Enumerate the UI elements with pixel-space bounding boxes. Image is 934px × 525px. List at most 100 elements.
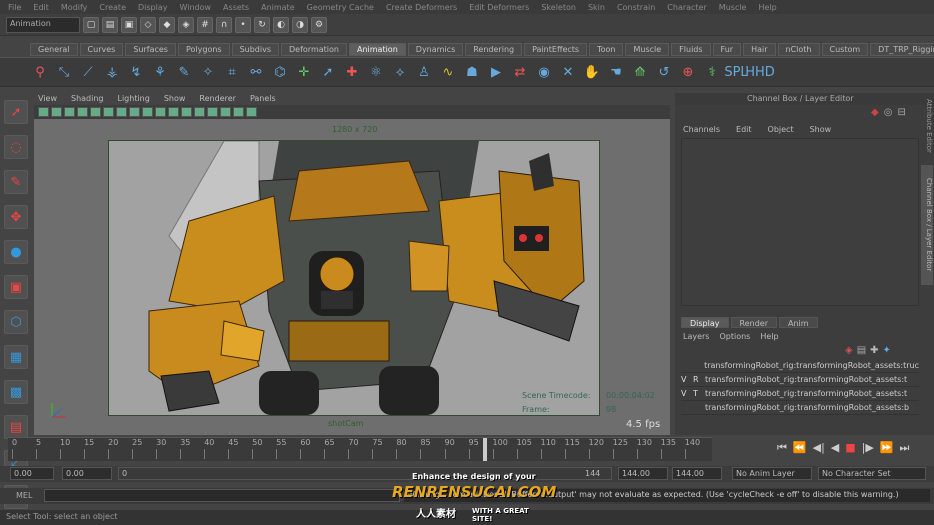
wrap-icon[interactable]: ⌬ xyxy=(270,61,290,83)
spine-rig-icon[interactable]: ⚕ xyxy=(702,61,722,83)
parent-constraint-icon[interactable]: ⚛ xyxy=(366,61,386,83)
paint-select-icon[interactable]: ✎ xyxy=(4,170,28,194)
step-back-frame-icon[interactable]: ◀| xyxy=(813,441,825,455)
shelf-tab-painteffects[interactable]: PaintEffects xyxy=(524,42,588,56)
layout-four-icon[interactable]: ▩ xyxy=(4,380,28,404)
move-tool-icon[interactable]: ✥ xyxy=(4,205,28,229)
shelf-tab-animation[interactable]: Animation xyxy=(348,42,406,56)
layout-single-icon[interactable]: ▦ xyxy=(4,345,28,369)
channel-list[interactable] xyxy=(681,138,919,306)
stop-icon[interactable]: ■ xyxy=(845,441,855,455)
pole-vector-icon[interactable]: ⟡ xyxy=(390,61,410,83)
save-scene-icon[interactable]: ▣ xyxy=(121,16,137,33)
layer-tab-display[interactable]: Display xyxy=(681,317,729,328)
shelf-tab-fur[interactable]: Fur xyxy=(712,42,742,56)
go-to-end-icon[interactable]: ⏭ xyxy=(900,441,910,455)
cb-menu-object[interactable]: Object xyxy=(768,125,794,134)
new-layer-icon[interactable]: ◈ xyxy=(845,345,853,356)
skeleton-icon[interactable]: ⚶ xyxy=(102,61,122,83)
layer-menu-layers[interactable]: Layers xyxy=(683,332,709,341)
shelf-tab-fluids[interactable]: Fluids xyxy=(671,42,711,56)
fk-ik-switch-icon[interactable]: ⟰ xyxy=(630,61,650,83)
menu-muscle[interactable]: Muscle xyxy=(719,3,747,12)
menu-create-deformers[interactable]: Create Deformers xyxy=(386,3,457,12)
spl-icon[interactable]: SPL xyxy=(724,61,747,83)
grid-toggle-icon[interactable] xyxy=(90,107,101,117)
history-icon[interactable]: ↻ xyxy=(254,16,270,33)
animation-end-field[interactable]: 144.00 xyxy=(672,467,722,480)
hhd-icon[interactable]: HHD xyxy=(745,61,775,83)
pivot-icon[interactable]: ⊕ xyxy=(678,61,698,83)
shelf-tab-surfaces[interactable]: Surfaces xyxy=(125,42,176,56)
new-scene-icon[interactable]: ▢ xyxy=(83,16,99,33)
shelf-tab-general[interactable]: General xyxy=(30,42,78,56)
layer-visibility[interactable]: V xyxy=(681,375,689,384)
playback-end-field[interactable]: 144.00 xyxy=(618,467,668,480)
layer-tab-render[interactable]: Render xyxy=(730,317,777,328)
select-component-icon[interactable]: ◈ xyxy=(178,16,194,33)
menu-assets[interactable]: Assets xyxy=(223,3,249,12)
menu-constrain[interactable]: Constrain xyxy=(617,3,655,12)
shelf-tab-rendering[interactable]: Rendering xyxy=(465,42,523,56)
shelf-tab-muscle[interactable]: Muscle xyxy=(625,42,670,56)
cb-menu-show[interactable]: Show xyxy=(810,125,832,134)
gate-mask-icon[interactable] xyxy=(129,107,140,117)
shelf-tab-custom[interactable]: Custom xyxy=(821,42,869,56)
snap-point-icon[interactable]: • xyxy=(235,16,251,33)
bookmark-icon[interactable] xyxy=(64,107,75,117)
character-set-icon[interactable]: ♙ xyxy=(414,61,434,83)
render-icon[interactable]: ◐ xyxy=(273,16,289,33)
scale-tool-icon[interactable]: ▣ xyxy=(4,275,28,299)
ik-spline-icon[interactable]: ↯ xyxy=(126,61,146,83)
menu-skin[interactable]: Skin xyxy=(588,3,605,12)
outliner-layout-icon[interactable]: ▤ xyxy=(4,415,28,439)
select-object-icon[interactable]: ◆ xyxy=(159,16,175,33)
menu-modify[interactable]: Modify xyxy=(61,3,88,12)
ipr-render-icon[interactable]: ◑ xyxy=(292,16,308,33)
camera-attr-icon[interactable] xyxy=(51,107,62,117)
step-forward-key-icon[interactable]: ⏩ xyxy=(880,441,894,455)
select-tool-icon[interactable]: ➚ xyxy=(4,100,28,124)
panel-menu-show[interactable]: Show xyxy=(164,93,186,105)
snap-curve-icon[interactable]: ∩ xyxy=(216,16,232,33)
panel-menu-view[interactable]: View xyxy=(38,93,57,105)
open-scene-icon[interactable]: ▤ xyxy=(102,16,118,33)
playback-start-field[interactable]: 0.00 xyxy=(62,467,112,480)
shelf-tab-deformation[interactable]: Deformation xyxy=(281,42,347,56)
layer-menu-options[interactable]: Options xyxy=(719,332,750,341)
channel-box-side-tab[interactable]: Channel Box / Layer Editor xyxy=(921,165,933,285)
shadows-icon[interactable] xyxy=(220,107,231,117)
mel-label[interactable]: MEL xyxy=(16,491,32,500)
cb-menu-edit[interactable]: Edit xyxy=(736,125,752,134)
image-plane-icon[interactable] xyxy=(77,107,88,117)
shelf-tab-dynamics[interactable]: Dynamics xyxy=(407,42,464,56)
motion-path-icon[interactable]: ∿ xyxy=(438,61,458,83)
list-item[interactable]: transformingRobot_rig:transformingRobot_… xyxy=(681,401,919,415)
ghost-icon[interactable]: ☗ xyxy=(462,61,482,83)
field-chart-icon[interactable] xyxy=(142,107,153,117)
cb-menu-channels[interactable]: Channels xyxy=(683,125,720,134)
render-settings-icon[interactable]: ⚙ xyxy=(311,16,327,33)
layer-playback[interactable]: R xyxy=(693,375,701,384)
reset-pose-icon[interactable]: ↺ xyxy=(654,61,674,83)
shelf-tab-polygons[interactable]: Polygons xyxy=(177,42,230,56)
layer-options-icon[interactable]: ▤ xyxy=(857,345,866,356)
menu-edit-deformers[interactable]: Edit Deformers xyxy=(469,3,529,12)
layer-menu-help[interactable]: Help xyxy=(760,332,778,341)
go-to-start-icon[interactable]: ⏮ xyxy=(777,441,787,455)
panel-menu-shading[interactable]: Shading xyxy=(71,93,104,105)
add-to-layer-icon[interactable]: ✚ xyxy=(870,345,878,356)
step-back-key-icon[interactable]: ⏪ xyxy=(793,441,807,455)
lattice-icon[interactable]: ⌗ xyxy=(222,61,242,83)
manipulator-tool-icon[interactable]: ⬡ xyxy=(4,310,28,334)
control-icon[interactable]: ◉ xyxy=(534,61,554,83)
select-hierarchy-icon[interactable]: ◇ xyxy=(140,16,156,33)
menu-skeleton[interactable]: Skeleton xyxy=(541,3,576,12)
mel-input[interactable] xyxy=(44,489,400,502)
orient-constraint-icon[interactable]: ✚ xyxy=(342,61,362,83)
bind-skin-icon[interactable]: ⚘ xyxy=(150,61,170,83)
hand-control-icon[interactable]: ✋ xyxy=(582,61,602,83)
cluster-icon[interactable]: ✧ xyxy=(198,61,218,83)
rig-hand-icon[interactable]: ☚ xyxy=(606,61,626,83)
safe-action-icon[interactable] xyxy=(155,107,166,117)
